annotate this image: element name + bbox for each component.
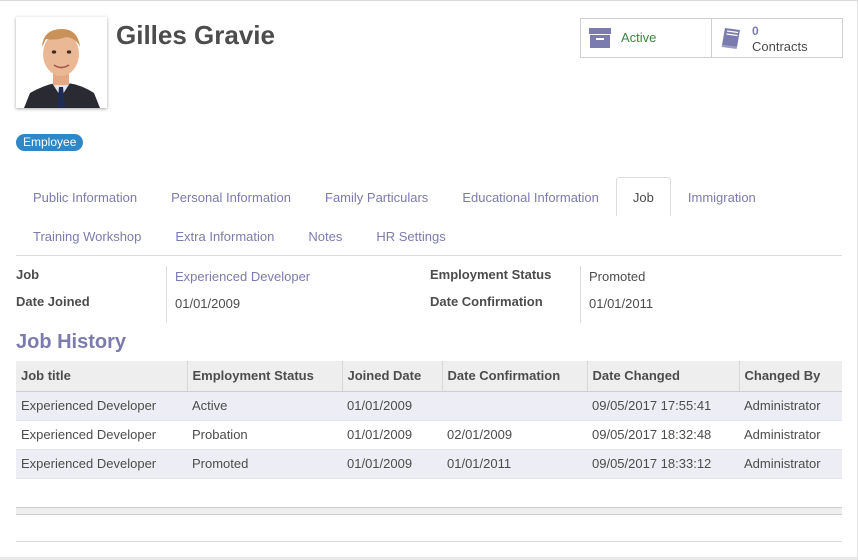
table-row[interactable]: Experienced Developer Active 01/01/2009 … — [16, 391, 842, 421]
field-separator-right — [580, 266, 581, 323]
table-header-row: Job title Employment Status Joined Date … — [16, 361, 842, 392]
employment-status-value: Promoted — [589, 269, 646, 284]
cell-joined-date: 01/01/2009 — [342, 420, 442, 450]
cell-joined-date: 01/01/2009 — [342, 449, 442, 479]
tab-job[interactable]: Job — [615, 177, 671, 216]
cell-date-confirmation — [442, 391, 587, 421]
tabs-divider — [16, 255, 842, 256]
employee-photo[interactable] — [16, 17, 107, 108]
column-header-date-changed[interactable]: Date Changed — [586, 361, 739, 392]
cell-joined-date: 01/01/2009 — [342, 391, 442, 421]
contracts-count: 0 — [752, 24, 759, 38]
cell-date-confirmation: 02/01/2009 — [442, 420, 587, 450]
contracts-button[interactable]: 0 Contracts — [712, 19, 842, 57]
table-row[interactable]: Experienced Developer Promoted 01/01/200… — [16, 449, 842, 479]
employee-avatar-image — [16, 17, 107, 108]
tab-notes[interactable]: Notes — [291, 216, 359, 255]
stat-buttons: Active 0 Contracts — [580, 18, 843, 58]
column-header-changed-by[interactable]: Changed By — [738, 361, 842, 392]
tab-educational-information[interactable]: Educational Information — [445, 177, 616, 216]
active-label: Active — [621, 30, 657, 45]
employee-form-sheet: Gilles Gravie Active 0 Contracts Employe… — [0, 0, 858, 560]
tab-training-workshop[interactable]: Training Workshop — [16, 216, 158, 255]
cell-job-title: Experienced Developer — [16, 391, 187, 421]
active-toggle-button[interactable]: Active — [581, 19, 712, 57]
cell-changed-by: Administrator — [739, 391, 842, 421]
tab-extra-information[interactable]: Extra Information — [158, 216, 291, 255]
employee-name: Gilles Gravie — [116, 20, 275, 50]
tab-public-information[interactable]: Public Information — [16, 177, 154, 216]
job-history-title: Job History — [16, 331, 127, 353]
cell-employment-status: Promoted — [187, 449, 342, 479]
tab-personal-information[interactable]: Personal Information — [154, 177, 308, 216]
cell-date-confirmation: 01/01/2011 — [442, 449, 587, 479]
job-position-link[interactable]: Experienced Developer — [175, 269, 310, 284]
cell-employment-status: Active — [187, 391, 342, 421]
cell-employment-status: Probation — [187, 420, 342, 450]
column-header-date-confirmation[interactable]: Date Confirmation — [441, 361, 587, 392]
date-confirmation-value: 01/01/2011 — [589, 296, 654, 311]
contracts-label: Contracts — [752, 39, 808, 54]
table-footer-bar — [16, 507, 842, 515]
date-confirmation-label: Date Confirmation — [430, 294, 543, 309]
tab-hr-settings[interactable]: HR Settings — [359, 216, 462, 255]
form-bottom-divider — [16, 541, 842, 542]
tabs-row-1: Public Information Personal Information … — [16, 177, 773, 216]
column-header-employment-status[interactable]: Employment Status — [186, 361, 342, 392]
cell-date-changed: 09/05/2017 18:33:12 — [587, 449, 739, 479]
cell-changed-by: Administrator — [739, 449, 842, 479]
table-row[interactable]: Experienced Developer Probation 01/01/20… — [16, 420, 842, 450]
tabs-row-2: Training Workshop Extra Information Note… — [16, 216, 463, 255]
tab-immigration[interactable]: Immigration — [671, 177, 773, 216]
date-joined-value: 01/01/2009 — [175, 296, 241, 311]
cell-job-title: Experienced Developer — [16, 449, 187, 479]
archive-icon — [589, 28, 611, 48]
cell-job-title: Experienced Developer — [16, 420, 187, 450]
date-joined-label: Date Joined — [16, 294, 90, 309]
column-header-job-title[interactable]: Job title — [16, 361, 187, 392]
cell-changed-by: Administrator — [739, 420, 842, 450]
employment-status-label: Employment Status — [430, 267, 552, 282]
cell-date-changed: 09/05/2017 18:32:48 — [587, 420, 739, 450]
job-label: Job — [16, 267, 40, 282]
job-history-table: Job title Employment Status Joined Date … — [16, 361, 842, 479]
book-icon — [721, 28, 740, 49]
employee-category-tag[interactable]: Employee — [16, 134, 84, 151]
column-header-joined-date[interactable]: Joined Date — [341, 361, 442, 392]
tab-family-particulars[interactable]: Family Particulars — [308, 177, 445, 216]
cell-date-changed: 09/05/2017 17:55:41 — [587, 391, 739, 421]
field-separator-left — [166, 266, 167, 323]
